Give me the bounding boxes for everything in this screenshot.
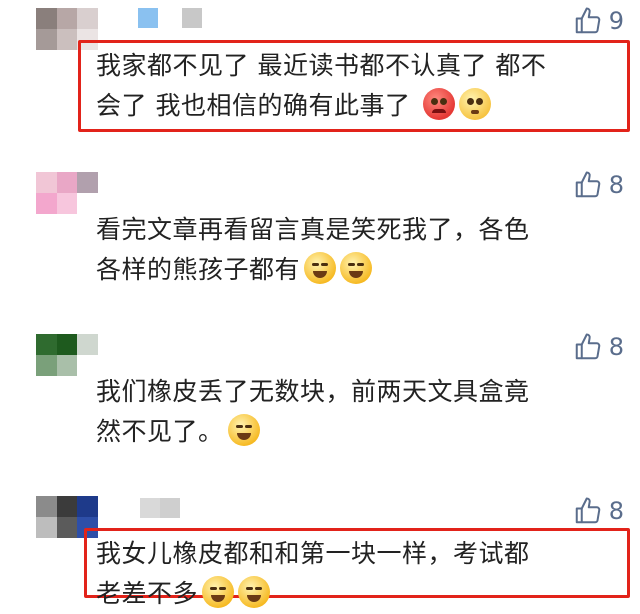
avatar[interactable] [36, 334, 98, 376]
like-count: 8 [608, 497, 624, 525]
like-count: 9 [608, 7, 624, 35]
thumbs-up-icon [575, 171, 600, 198]
comment-line: 我们橡皮丢了无数块，前两天文具盒竟 [96, 377, 530, 406]
comment-line: 看完文章再看留言真是笑死我了，各色 [96, 215, 530, 244]
comment-line-with-emoji: 会了 我也相信的确有此事了 [96, 86, 616, 126]
like-button[interactable]: 8 [573, 332, 624, 362]
laughing-crying-emoji [340, 252, 373, 284]
comment-item: 8 看完文章再看留言真是笑死我了，各色 各样的熊孩子都有 [0, 160, 640, 300]
thumbs-up-icon [575, 333, 600, 360]
like-button[interactable]: 9 [573, 6, 624, 36]
thumbs-up-icon [575, 497, 600, 524]
like-count: 8 [608, 333, 624, 361]
comment-line-with-emoji: 各样的熊孩子都有 [96, 250, 616, 290]
username-blurred[interactable] [138, 8, 202, 28]
like-button[interactable]: 8 [573, 170, 624, 200]
flushed-face-emoji [458, 88, 491, 120]
comment-item: 8 我女儿橡皮都和和第一块一样，考试都 老差不多 [0, 480, 640, 608]
angry-face-emoji [422, 88, 455, 120]
avatar[interactable] [36, 172, 98, 214]
comment-text: 我家都不见了 最近读书都不认真了 都不 会了 我也相信的确有此事了 [96, 46, 616, 126]
laughing-crying-emoji [238, 576, 271, 608]
laughing-crying-emoji [227, 414, 260, 446]
laughing-crying-emoji [202, 576, 235, 608]
like-button[interactable]: 8 [573, 496, 624, 526]
like-count: 8 [608, 171, 624, 199]
thumbs-up-icon [575, 7, 600, 34]
comment-line: 我女儿橡皮都和和第一块一样，考试都 [96, 539, 530, 568]
comment-item: 9 我家都不见了 最近读书都不认真了 都不 会了 我也相信的确有此事了 [0, 0, 640, 140]
username-blurred[interactable] [140, 498, 180, 518]
laughing-crying-emoji [304, 252, 337, 284]
comment-line: 我家都不见了 最近读书都不认真了 都不 [96, 51, 547, 80]
comment-item: 8 我们橡皮丢了无数块，前两天文具盒竟 然不见了。 [0, 320, 640, 460]
comment-text: 看完文章再看留言真是笑死我了，各色 各样的熊孩子都有 [96, 210, 616, 290]
comment-line-with-emoji: 老差不多 [96, 574, 616, 614]
comment-text: 我女儿橡皮都和和第一块一样，考试都 老差不多 [96, 534, 616, 614]
comment-text: 我们橡皮丢了无数块，前两天文具盒竟 然不见了。 [96, 372, 616, 452]
comment-line-with-emoji: 然不见了。 [96, 412, 616, 452]
